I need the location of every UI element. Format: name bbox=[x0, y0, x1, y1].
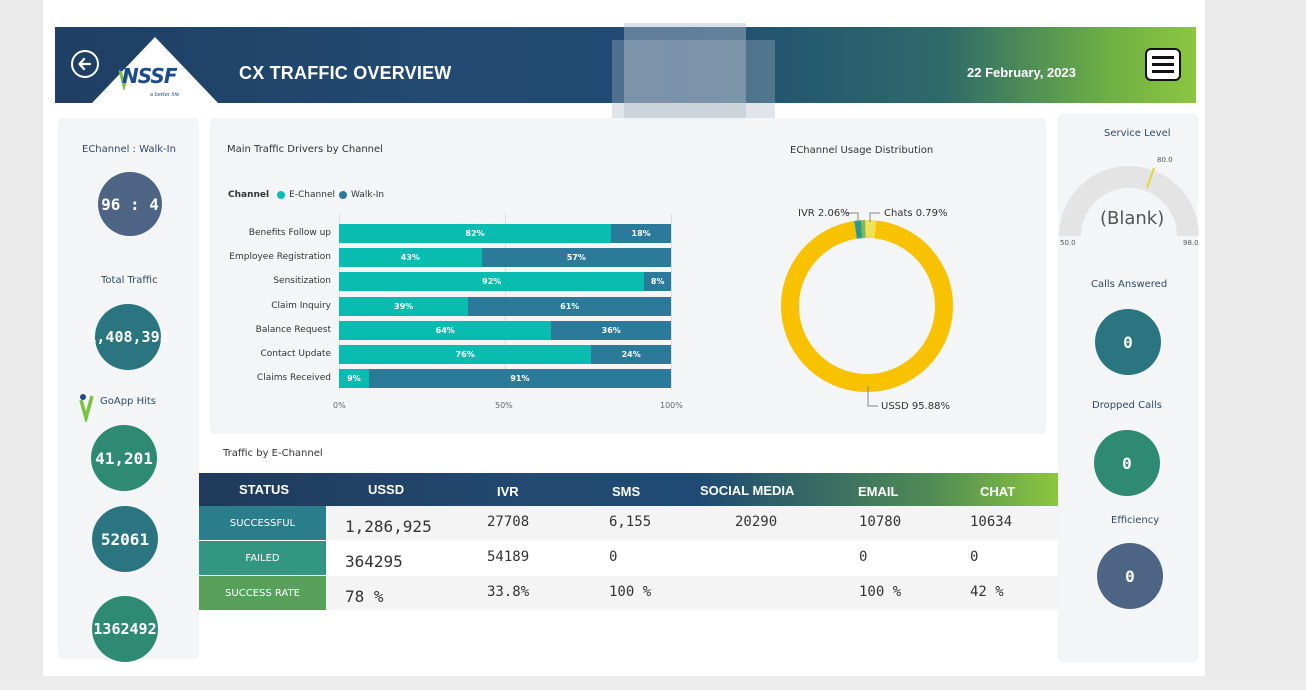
legend-title: Channel bbox=[228, 190, 270, 200]
report-date: 22 February, 2023 bbox=[967, 65, 1076, 80]
category-label: Benefits Follow up bbox=[248, 228, 331, 238]
page-title: CX TRAFFIC OVERVIEW bbox=[239, 63, 452, 83]
bar-walkin[interactable]: 36% bbox=[551, 320, 671, 340]
gauge-value: (Blank) bbox=[1100, 208, 1165, 229]
table-cell: 10634 bbox=[970, 514, 1013, 530]
category-label: Balance Request bbox=[255, 324, 331, 335]
column-header[interactable]: IVR bbox=[497, 484, 519, 499]
table-cell: 6,155 bbox=[609, 514, 652, 530]
goapp-hits-label: GoApp Hits bbox=[100, 396, 157, 407]
calls-answered-label: Calls Answered bbox=[1091, 279, 1168, 290]
logo-tagline: a better life bbox=[150, 92, 180, 98]
category-label: Contact Update bbox=[260, 349, 331, 359]
status-cell: SUCCESSFUL bbox=[199, 506, 326, 540]
category-label: Sensitization bbox=[273, 276, 331, 287]
x-tick-label: 100% bbox=[660, 401, 683, 410]
bar-walkin[interactable]: 8% bbox=[644, 272, 671, 292]
gauge-max: 98.0 bbox=[1183, 239, 1199, 247]
table-cell: 10780 bbox=[859, 514, 902, 530]
bar-chart-title: Main Traffic Drivers by Channel bbox=[227, 144, 383, 155]
bar-walkin[interactable]: 24% bbox=[591, 345, 671, 364]
table-row bbox=[199, 541, 1058, 575]
ussd-label: USSD 95.88% bbox=[881, 401, 950, 412]
legend-dot-echannel bbox=[277, 191, 286, 199]
total-traffic-kpi: 1,408,398 bbox=[87, 304, 169, 370]
donut-title: EChannel Usage Distribution bbox=[790, 145, 934, 156]
column-header[interactable]: USSD bbox=[368, 482, 404, 497]
menu-button[interactable] bbox=[1145, 48, 1181, 81]
table-cell: 100 % bbox=[609, 584, 652, 600]
goapp-hits-kpi: 41,201 bbox=[91, 425, 157, 491]
efficiency-label: Efficiency bbox=[1111, 515, 1160, 526]
echannel-walkin-label: EChannel : Walk-In bbox=[82, 144, 176, 155]
donut-slice-ussd[interactable] bbox=[781, 220, 953, 392]
bar-echannel[interactable]: 76% bbox=[339, 345, 592, 364]
category-label: Claims Received bbox=[256, 373, 331, 384]
donut-chart[interactable]: IVR 2.06% Chats 0.79% USSD 95.88% bbox=[760, 200, 960, 420]
table-title: Traffic by E-Channel bbox=[223, 448, 323, 459]
table-cell: 54189 bbox=[487, 549, 530, 565]
column-header[interactable]: SOCIAL MEDIA bbox=[700, 483, 794, 498]
kpi-circle-b: 1362492 bbox=[92, 596, 158, 662]
table-cell: 27708 bbox=[487, 514, 530, 530]
legend-dot-walkin bbox=[338, 191, 347, 199]
x-tick-label: 50% bbox=[495, 401, 513, 410]
x-tick-label: 0% bbox=[333, 401, 346, 410]
goapp-icon bbox=[79, 394, 94, 422]
ivr-label: IVR 2.06% bbox=[798, 208, 850, 219]
calls-answered-kpi: 0 bbox=[1095, 309, 1161, 375]
column-header[interactable]: EMAIL bbox=[858, 484, 898, 499]
logo-text: NSSF bbox=[122, 64, 177, 88]
table-cell: 0 bbox=[970, 549, 979, 565]
hamburger-icon bbox=[1152, 56, 1174, 59]
bar-echannel[interactable]: 43% bbox=[339, 248, 482, 268]
table-cell: 33.8% bbox=[487, 584, 530, 600]
legend-echannel[interactable]: E-Channel bbox=[289, 190, 335, 200]
gauge-target: 80.0 bbox=[1157, 156, 1173, 164]
total-traffic-label: Total Traffic bbox=[101, 275, 158, 286]
table-cell: 0 bbox=[609, 549, 618, 565]
chats-label: Chats 0.79% bbox=[884, 208, 948, 219]
bar-echannel[interactable]: 39% bbox=[339, 296, 469, 316]
kpi-circle-a: 52061 bbox=[92, 506, 158, 572]
column-header[interactable]: CHAT bbox=[980, 484, 1015, 499]
category-label: Employee Registration bbox=[229, 252, 331, 263]
echannel-walkin-kpi: 96 : 4 bbox=[98, 172, 162, 236]
bar-walkin[interactable]: 91% bbox=[368, 369, 671, 389]
dropped-calls-kpi: 0 bbox=[1094, 430, 1160, 496]
bar-echannel[interactable]: 82% bbox=[339, 224, 612, 243]
service-level-gauge[interactable] bbox=[1058, 150, 1200, 250]
bar-chart-legend: Channel E-Channel Walk-In bbox=[228, 190, 384, 200]
category-label: Claim Inquiry bbox=[271, 300, 331, 311]
status-cell: SUCCESS RATE bbox=[199, 576, 326, 610]
dropped-calls-label: Dropped Calls bbox=[1092, 400, 1162, 411]
table-cell: 20290 bbox=[735, 514, 778, 530]
bottom-strip bbox=[0, 676, 1306, 690]
bar-echannel[interactable]: 9% bbox=[339, 369, 369, 389]
table-cell: 78 % bbox=[345, 587, 384, 606]
service-level-label: Service Level bbox=[1104, 128, 1171, 139]
legend-walkin[interactable]: Walk-In bbox=[351, 190, 384, 200]
back-button[interactable] bbox=[71, 50, 99, 78]
gridline bbox=[671, 214, 672, 390]
donut-slice-other[interactable] bbox=[854, 220, 863, 239]
efficiency-kpi: 0 bbox=[1097, 543, 1163, 609]
bar-echannel[interactable]: 92% bbox=[339, 272, 645, 292]
status-cell: FAILED bbox=[199, 541, 326, 575]
bar-walkin[interactable]: 57% bbox=[481, 248, 671, 268]
table-cell: 0 bbox=[859, 549, 868, 565]
table-cell: 100 % bbox=[859, 584, 902, 600]
table-cell: 364295 bbox=[345, 552, 403, 571]
bar-walkin[interactable]: 18% bbox=[611, 224, 671, 243]
bar-echannel[interactable]: 64% bbox=[339, 320, 552, 340]
table-cell: 42 % bbox=[970, 584, 1004, 600]
arrow-left-icon bbox=[78, 57, 92, 71]
column-header[interactable]: SMS bbox=[612, 484, 640, 499]
table-cell: 1,286,925 bbox=[345, 517, 432, 536]
gauge-min: 50.0 bbox=[1060, 239, 1076, 247]
bar-walkin[interactable]: 61% bbox=[468, 296, 671, 316]
column-header[interactable]: STATUS bbox=[239, 482, 289, 497]
